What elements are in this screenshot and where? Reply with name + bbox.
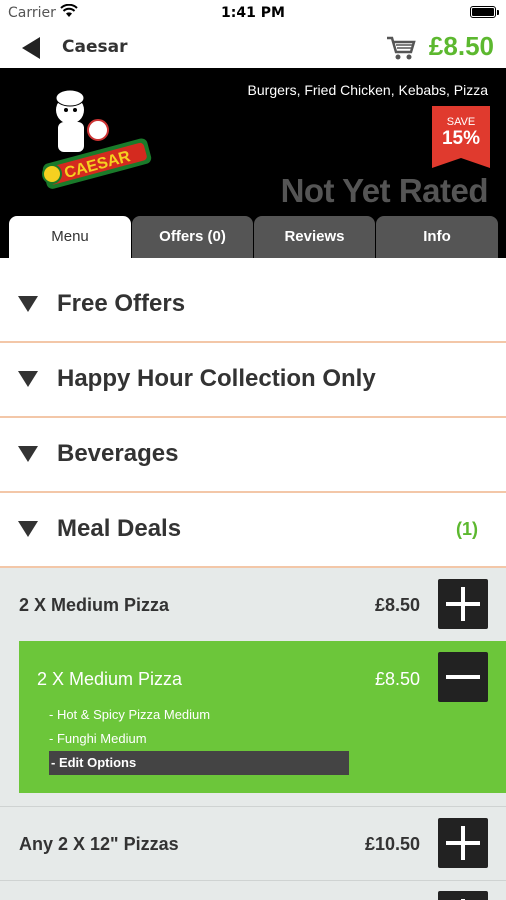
list-item: Any 2 X 12" Pizzas £10.50 (0, 807, 506, 879)
item-price: £8.50 (374, 595, 420, 615)
category-label: Happy Hour Collection Only (57, 365, 376, 392)
restaurant-logo: CAESAR (42, 89, 152, 189)
selected-item-option: - Funghi Medium (49, 731, 147, 746)
cart-total[interactable]: £8.50 (429, 31, 494, 62)
save-badge-label: SAVE (446, 116, 476, 128)
expand-triangle-icon (18, 371, 38, 387)
add-item-button[interactable] (438, 818, 488, 868)
category-free-offers[interactable]: Free Offers (0, 268, 506, 343)
save-badge-percent: 15% (441, 128, 481, 149)
item-name: Any 2 X 12" Pizzas (19, 834, 179, 854)
tab-reviews[interactable]: Reviews (254, 216, 375, 258)
nav-bar: Caesar £8.50 (0, 26, 506, 70)
expand-triangle-icon (18, 521, 38, 537)
category-count: (1) (456, 519, 478, 539)
minus-icon (446, 675, 480, 679)
selected-item-price: £8.50 (374, 669, 420, 689)
rating-text: Not Yet Rated (280, 172, 489, 209)
category-label: Free Offers (57, 290, 186, 317)
selected-item: 2 X Medium Pizza £8.50 - Hot & Spicy Piz… (19, 641, 506, 793)
battery-icon (470, 6, 499, 18)
status-time: 1:41 PM (221, 5, 285, 21)
divider (0, 880, 506, 881)
add-item-button[interactable] (438, 579, 488, 629)
tab-bar: Menu Offers (0) Reviews Info (0, 216, 506, 258)
item-name: 2 X Medium Pizza (19, 595, 170, 615)
add-item-button[interactable] (438, 891, 488, 900)
category-beverages[interactable]: Beverages (0, 418, 506, 493)
status-bar: Carrier 1:41 PM (0, 0, 506, 26)
item-price: £10.50 (364, 834, 420, 854)
expand-triangle-icon (18, 296, 38, 312)
tab-info[interactable]: Info (376, 216, 498, 258)
back-arrow-icon[interactable] (18, 35, 44, 61)
list-item: 2 X Medium Pizza £8.50 (0, 568, 506, 640)
category-label: Meal Deals (57, 515, 182, 542)
remove-item-button[interactable] (438, 652, 488, 702)
category-meal-deals[interactable]: Meal Deals (1) (0, 493, 506, 568)
edit-options-button[interactable]: - Edit Options (49, 751, 349, 775)
category-label: Beverages (57, 440, 179, 467)
selected-item-name: 2 X Medium Pizza (37, 669, 183, 689)
tab-offers[interactable]: Offers (0) (132, 216, 253, 258)
cart-icon[interactable] (386, 34, 416, 62)
tab-menu[interactable]: Menu (9, 216, 131, 258)
cuisine-list: Burgers, Fried Chicken, Kebabs, Pizza (247, 82, 488, 98)
expand-triangle-icon (18, 446, 38, 462)
category-happy-hour[interactable]: Happy Hour Collection Only (0, 343, 506, 418)
restaurant-title: Caesar (62, 37, 128, 57)
selected-item-option: - Hot & Spicy Pizza Medium (49, 707, 211, 722)
